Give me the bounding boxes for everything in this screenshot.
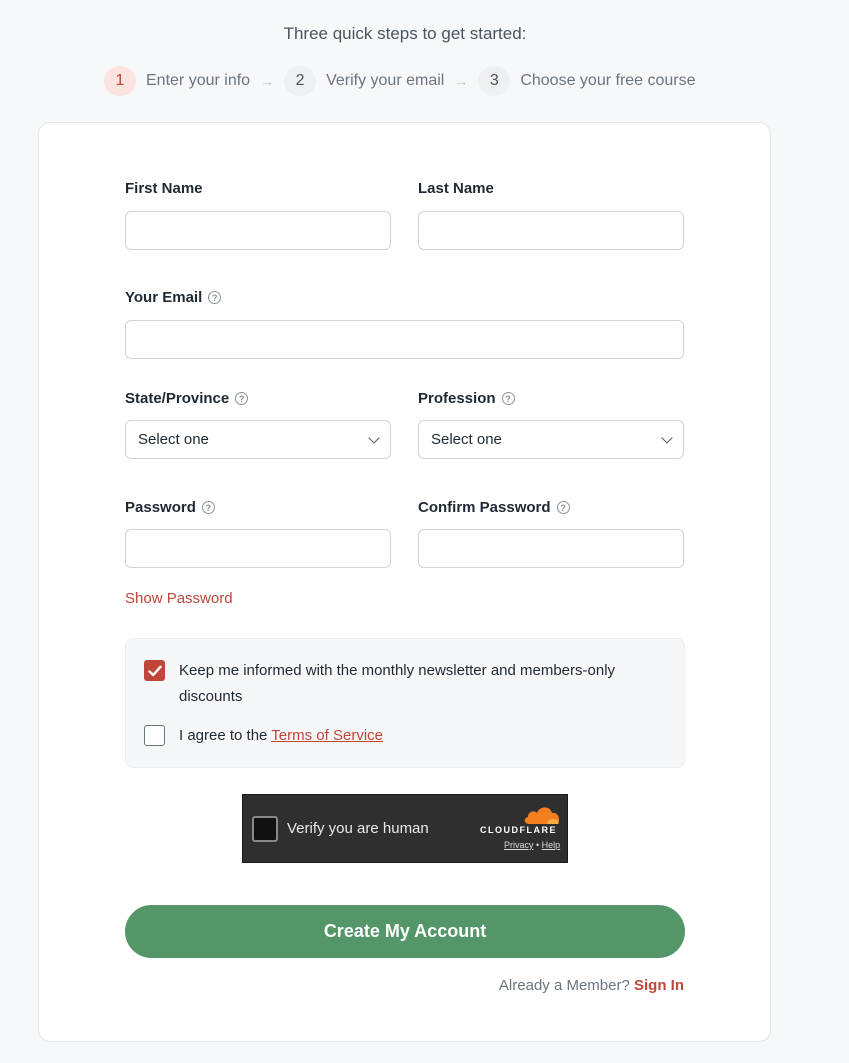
state-label: State/Province ? [125,390,249,407]
first-name-label-text: First Name [125,180,203,197]
arrow-right-icon: → [260,73,275,89]
intro-text: Three quick steps to get started: [283,24,527,43]
member-prompt: Already a Member? Sign In [499,977,684,994]
show-password-link[interactable]: Show Password [125,590,233,607]
help-icon[interactable]: ? [501,392,515,405]
profession-select[interactable]: Select one [418,420,684,459]
chevron-down-icon [368,431,380,444]
terms-of-service-link[interactable]: Terms of Service [271,727,383,744]
steps-progress: 1 Enter your info → 2 Verify your email … [104,66,696,96]
confirm-password-input[interactable] [418,529,684,568]
password-label: Password ? [125,499,215,516]
step-3-label: Choose your free course [520,72,696,89]
confirm-password-label: Confirm Password ? [418,499,570,516]
arrow-right-icon: → [454,73,469,89]
captcha-help-link[interactable]: Help [542,840,561,850]
first-name-label: First Name [125,180,203,197]
newsletter-text: Keep me informed with the monthly newsle… [179,662,616,705]
chevron-down-icon [661,431,673,444]
email-input[interactable] [125,320,684,359]
step-1-label: Enter your info [146,72,251,89]
captcha-checkbox[interactable] [252,816,278,842]
password-label-text: Password [125,499,196,516]
profession-select-value: Select one [431,431,502,448]
confirm-password-label-text: Confirm Password [418,499,551,516]
step-2-label: Verify your email [326,72,445,89]
captcha-widget: Verify you are human CLOUDFLARE Privacy … [242,794,568,863]
captcha-separator: • [533,840,542,850]
agree-checkbox[interactable] [144,725,165,746]
help-icon[interactable]: ? [208,291,222,304]
step-1-number: 1 [104,66,136,96]
checkmark-icon [147,665,162,676]
create-account-button[interactable]: Create My Account [125,905,685,958]
email-label-text: Your Email [125,289,203,306]
last-name-label: Last Name [418,180,494,197]
help-icon[interactable]: ? [556,501,570,514]
newsletter-checkbox[interactable] [144,660,165,681]
options-panel: Keep me informed with the monthly newsle… [125,638,685,768]
profession-label-text: Profession [418,390,496,407]
step-2-number: 2 [284,66,317,96]
agree-prefix: I agree to the [179,727,272,744]
captcha-text: Verify you are human [287,820,429,837]
agree-text: I agree to the Terms of Service [179,723,383,749]
last-name-input[interactable] [418,211,684,250]
profession-label: Profession ? [418,390,515,407]
help-icon[interactable]: ? [201,501,215,514]
email-label: Your Email ? [125,289,222,306]
member-prompt-text: Already a Member? [498,977,630,994]
first-name-input[interactable] [125,211,391,250]
captcha-privacy-link[interactable]: Privacy [504,840,534,850]
password-input[interactable] [125,529,391,568]
step-3-number: 3 [478,66,511,96]
help-icon[interactable]: ? [235,392,249,405]
captcha-links: Privacy • Help [504,840,560,850]
cloudflare-brand: CLOUDFLARE [480,825,557,835]
last-name-label-text: Last Name [418,180,494,197]
sign-in-link[interactable]: Sign In [634,977,684,994]
cloudflare-logo-icon [524,807,560,824]
state-label-text: State/Province [125,390,230,407]
signup-card: First Name Last Name Your Email ? State/… [38,122,771,1042]
state-select[interactable]: Select one [125,420,391,459]
state-select-value: Select one [138,431,209,448]
